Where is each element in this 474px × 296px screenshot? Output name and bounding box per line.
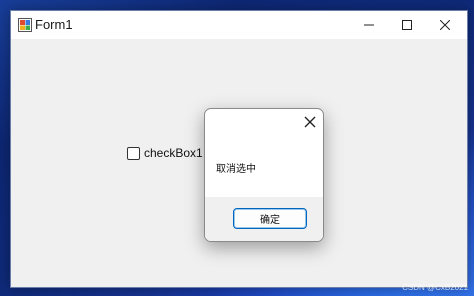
message-text: 取消选中 [216,164,256,175]
message-box: 取消选中 确定 [204,108,324,242]
title-bar[interactable]: Form1 [11,11,467,39]
close-icon[interactable] [302,114,318,130]
ok-button[interactable]: 确定 [233,208,307,229]
watermark-text: CSDN @CxB2021 [402,283,468,292]
window-title: Form1 [35,17,73,32]
maximize-icon [402,20,412,30]
close-icon [440,20,450,30]
minimize-icon [364,24,374,26]
dialog-footer: 确定 [205,197,323,241]
close-button[interactable] [425,11,465,39]
checkbox-box[interactable] [127,146,140,160]
minimize-button[interactable] [349,11,389,39]
checkbox-label[interactable]: checkBox1 [144,146,203,160]
winforms-app-icon [18,18,32,32]
maximize-button[interactable] [387,11,427,39]
checkbox1[interactable]: checkBox1 [127,146,203,160]
